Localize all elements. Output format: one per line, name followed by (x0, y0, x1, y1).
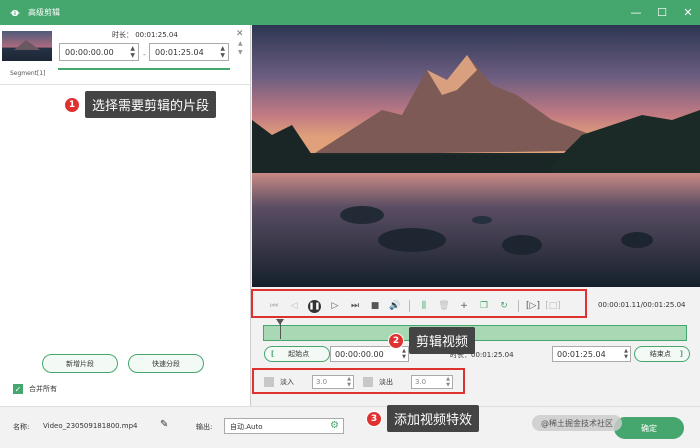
callout-number: 2 (388, 332, 404, 349)
go-to-start-icon[interactable]: ⏮ (268, 300, 280, 312)
quick-split-button[interactable]: 快速分段 (128, 354, 204, 373)
callout-text: 添加视频特效 (387, 405, 480, 432)
ok-button[interactable]: 确定 (614, 417, 684, 439)
mark-in-icon[interactable]: [▷] (526, 300, 540, 312)
delete-icon[interactable]: 🗑 (438, 300, 450, 312)
mark-out-icon[interactable]: [□] (545, 300, 561, 312)
callout-text: 选择需要剪辑的片段 (85, 91, 217, 118)
segment-name: Segment[1] (10, 70, 46, 77)
copy-icon[interactable]: ❐ (478, 300, 490, 312)
minimize-icon[interactable]: — (630, 6, 642, 19)
spinner-icon[interactable]: ▲ ▼ (220, 45, 225, 59)
merge-all-option[interactable]: ✓ 合并所有 (13, 384, 57, 394)
divider (518, 300, 519, 312)
playhead-line (280, 319, 281, 339)
previous-frame-icon[interactable]: ◁ (288, 300, 300, 312)
range-separator: - (143, 50, 146, 59)
fade-out-checkbox[interactable] (363, 376, 373, 387)
spinner-icon[interactable]: ▲ ▼ (446, 376, 450, 388)
spinner-icon[interactable]: ▲ ▼ (624, 348, 628, 360)
title-bar: ꝋ 高级剪辑 — ☐ ✕ (0, 0, 700, 25)
checkbox-checked-icon[interactable]: ✓ (13, 384, 23, 394)
callout-text: 剪辑视频 (409, 327, 476, 354)
spinner-icon[interactable]: ▲ ▼ (130, 45, 135, 59)
maximize-icon[interactable]: ☐ (656, 6, 668, 19)
output-file-name: Video_230509181800.mp4 (43, 422, 138, 430)
callout-1: 1 选择需要剪辑的片段 (64, 91, 217, 118)
video-frame-image (252, 25, 700, 287)
close-icon[interactable]: ✕ (682, 6, 694, 19)
volume-icon[interactable]: 🔊 (389, 300, 401, 312)
split-icon[interactable]: ⫼ (418, 300, 430, 312)
merge-all-label: 合并所有 (29, 385, 57, 393)
spinner-icon[interactable]: ▲ ▼ (347, 376, 351, 388)
callout-number: 3 (366, 410, 382, 427)
fade-in-checkbox[interactable] (264, 376, 274, 387)
fade-out-label: 淡出 (379, 377, 393, 386)
video-preview[interactable] (252, 25, 700, 287)
segment-end-time-input[interactable]: 00:01:25.04 ▲ ▼ (149, 43, 229, 61)
segment-item[interactable]: 时长： 00:01:25.04 00:00:00.00 ▲ ▼ - 00:01:2… (0, 25, 251, 85)
fade-out-duration-input[interactable]: 3.0 ▲ ▼ (411, 374, 453, 389)
segment-start-time-input[interactable]: 00:00:00.00 ▲ ▼ (59, 43, 139, 61)
output-format-select[interactable]: 自动.Auto ⚙ (224, 418, 344, 434)
name-label: 名称: (13, 423, 30, 431)
playback-controls: ⏮ ◁ ❚❚ ▷ ⏭ ■ 🔊 ⫼ 🗑 + ❐ ↻ [▷] [□] (264, 295, 587, 317)
app-logo-icon: ꝋ (10, 6, 20, 19)
stop-icon[interactable]: ■ (369, 300, 381, 312)
callout-number: 1 (64, 96, 80, 113)
set-end-point-button[interactable]: 结束点 ] (634, 346, 690, 362)
segment-progress-bar (58, 68, 230, 70)
reset-icon[interactable]: ↻ (498, 300, 510, 312)
set-start-point-button[interactable]: [ 起始点 (264, 346, 330, 362)
remove-segment-icon[interactable]: ✕ (236, 29, 245, 39)
fade-in-duration-input[interactable]: 3.0 ▲ ▼ (312, 374, 354, 389)
segment-thumbnail (2, 31, 52, 61)
segment-panel: 时长： 00:01:25.04 00:00:00.00 ▲ ▼ - 00:01:2… (0, 25, 251, 406)
edit-name-icon[interactable]: ✎ (160, 419, 172, 431)
playback-timecode: 00:00:01.11/00:01:25.04 (598, 301, 686, 309)
editor-panel: ⏮ ◁ ❚❚ ▷ ⏭ ■ 🔊 ⫼ 🗑 + ❐ ↻ [▷] [□] 00:00:0… (252, 25, 700, 406)
output-label: 输出: (196, 423, 213, 431)
trim-end-time-input[interactable]: 00:01:25.04 ▲ ▼ (552, 346, 631, 362)
window-controls: — ☐ ✕ (630, 0, 694, 25)
divider (409, 300, 410, 312)
fade-out-option: 淡出 3.0 ▲ ▼ (363, 373, 453, 390)
add-icon[interactable]: + (458, 300, 470, 312)
settings-gear-icon[interactable]: ⚙ (330, 420, 339, 431)
trim-row: [ 起始点 00:00:00.00 ▲ ▼ 时长：00:01:25.04 00:0… (264, 346, 690, 363)
callout-3: 3 添加视频特效 (366, 405, 480, 432)
fade-in-label: 淡入 (280, 377, 294, 386)
new-segment-button[interactable]: 新增片段 (42, 354, 118, 373)
segment-duration: 时长： 00:01:25.04 (112, 31, 178, 39)
next-frame-icon[interactable]: ▷ (329, 300, 341, 312)
pause-icon[interactable]: ❚❚ (308, 299, 321, 313)
callout-2: 2 剪辑视频 (388, 327, 476, 354)
watermark: @稀土掘金技术社区 (532, 415, 622, 431)
fade-in-option: 淡入 3.0 ▲ ▼ (264, 373, 354, 390)
go-to-end-icon[interactable]: ⏭ (349, 300, 361, 312)
window-title: 高级剪辑 (28, 8, 60, 17)
reorder-arrows-icon[interactable]: ▲ ▼ (238, 39, 243, 57)
